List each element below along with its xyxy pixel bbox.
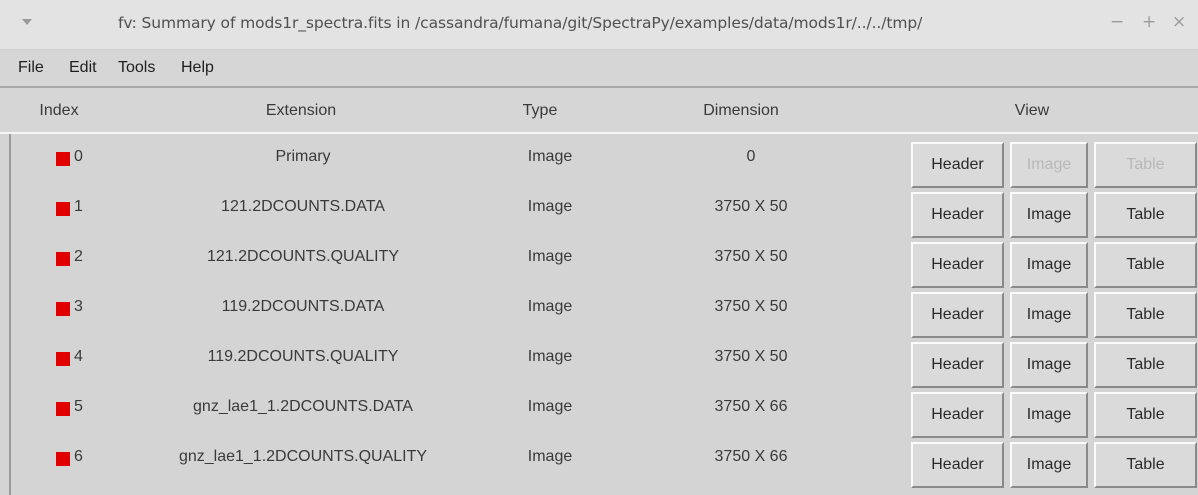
row-extension: 119.2DCOUNTS.DATA [221, 298, 385, 315]
image-button[interactable]: Image [1010, 342, 1088, 388]
image-button[interactable]: Image [1010, 292, 1088, 338]
row-type: Image [527, 198, 573, 215]
row-type: Image [527, 298, 573, 315]
table-row: 5 gnz_lae1_1.2DCOUNTS.DATA Image 3750 X 66 H… [11, 384, 1198, 438]
row-extension: 119.2DCOUNTS.QUALITY [207, 348, 399, 365]
header-button[interactable]: Header [911, 192, 1004, 238]
menu-bar: File Edit Tools Help [0, 50, 1198, 88]
row-type: Image [527, 448, 573, 465]
image-button[interactable]: Image [1010, 142, 1088, 188]
row-type: Image [527, 248, 573, 265]
image-button[interactable]: Image [1010, 392, 1088, 438]
table-button[interactable]: Table [1094, 442, 1197, 488]
table-row: 4 119.2DCOUNTS.QUALITY Image 3750 X 50 Heade… [11, 334, 1198, 388]
column-header-extension: Extension [265, 102, 337, 119]
menu-file[interactable]: File [18, 59, 44, 77]
image-button[interactable]: Image [1010, 442, 1088, 488]
row-index: 3 [74, 298, 83, 315]
row-index: 4 [74, 348, 83, 365]
table-row: 1 121.2DCOUNTS.DATA Image 3750 X 50 Header Im… [11, 184, 1198, 238]
row-extension: gnz_lae1_1.2DCOUNTS.DATA [193, 398, 413, 415]
row-dimension: 0 [746, 148, 756, 165]
row-extension: 121.2DCOUNTS.QUALITY [206, 248, 400, 265]
column-header-type: Type [522, 102, 558, 119]
status-marker-icon [56, 402, 70, 416]
column-header-index: Index [39, 102, 79, 119]
row-dimension: 3750 X 50 [714, 198, 788, 215]
status-marker-icon [56, 302, 70, 316]
row-index: 1 [74, 198, 83, 215]
row-dimension: 3750 X 50 [714, 298, 788, 315]
table-button[interactable]: Table [1094, 192, 1197, 238]
table-button[interactable]: Table [1094, 392, 1197, 438]
row-type: Image [527, 148, 573, 165]
header-button[interactable]: Header [911, 392, 1004, 438]
row-index: 2 [74, 248, 83, 265]
header-button[interactable]: Header [911, 442, 1004, 488]
row-index: 5 [74, 398, 83, 415]
maximize-icon[interactable]: + [1142, 12, 1156, 32]
close-icon[interactable]: × [1172, 12, 1186, 32]
menu-edit[interactable]: Edit [69, 59, 97, 77]
minimize-icon[interactable]: − [1110, 12, 1124, 32]
row-type: Image [527, 398, 573, 415]
row-extension: 121.2DCOUNTS.DATA [221, 198, 385, 215]
status-marker-icon [56, 202, 70, 216]
image-button[interactable]: Image [1010, 242, 1088, 288]
table-row: 0 Primary Image 0 Header Image Table [11, 134, 1198, 188]
title-bar: fv: Summary of mods1r_spectra.fits in /c… [0, 0, 1198, 50]
row-dimension: 3750 X 66 [714, 398, 788, 415]
header-button[interactable]: Header [911, 242, 1004, 288]
column-header-dimension: Dimension [703, 102, 779, 119]
status-marker-icon [56, 252, 70, 266]
table-button[interactable]: Table [1094, 242, 1197, 288]
image-button[interactable]: Image [1010, 192, 1088, 238]
window-menu-icon[interactable] [22, 19, 32, 25]
row-extension: gnz_lae1_1.2DCOUNTS.QUALITY [178, 448, 428, 465]
menu-tools[interactable]: Tools [118, 59, 155, 77]
header-button[interactable]: Header [911, 142, 1004, 188]
row-dimension: 3750 X 50 [714, 348, 788, 365]
table-row: 6 gnz_lae1_1.2DCOUNTS.QUALITY Image 3750 X … [11, 434, 1198, 488]
row-type: Image [527, 348, 573, 365]
table-header: Index Extension Type Dimension View [0, 90, 1198, 134]
column-header-view: View [1014, 102, 1050, 119]
table-button[interactable]: Table [1094, 142, 1197, 188]
table-button[interactable]: Table [1094, 342, 1197, 388]
status-marker-icon [56, 352, 70, 366]
status-marker-icon [56, 452, 70, 466]
table-button[interactable]: Table [1094, 292, 1197, 338]
row-index: 6 [74, 448, 83, 465]
row-dimension: 3750 X 50 [714, 248, 788, 265]
table-row: 3 119.2DCOUNTS.DATA Image 3750 X 50 Header Im… [11, 284, 1198, 338]
menu-help[interactable]: Help [181, 59, 214, 77]
table-row: 2 121.2DCOUNTS.QUALITY Image 3750 X 50 Heade… [11, 234, 1198, 288]
hdu-table-body: 0 Primary Image 0 Header Image Table 1 121.2DCOU… [9, 134, 1198, 495]
row-index: 0 [74, 148, 83, 165]
header-button[interactable]: Header [911, 342, 1004, 388]
status-marker-icon [56, 152, 70, 166]
row-extension: Primary [275, 148, 331, 165]
window-title: fv: Summary of mods1r_spectra.fits in /c… [118, 14, 923, 32]
header-button[interactable]: Header [911, 292, 1004, 338]
row-dimension: 3750 X 66 [714, 448, 788, 465]
